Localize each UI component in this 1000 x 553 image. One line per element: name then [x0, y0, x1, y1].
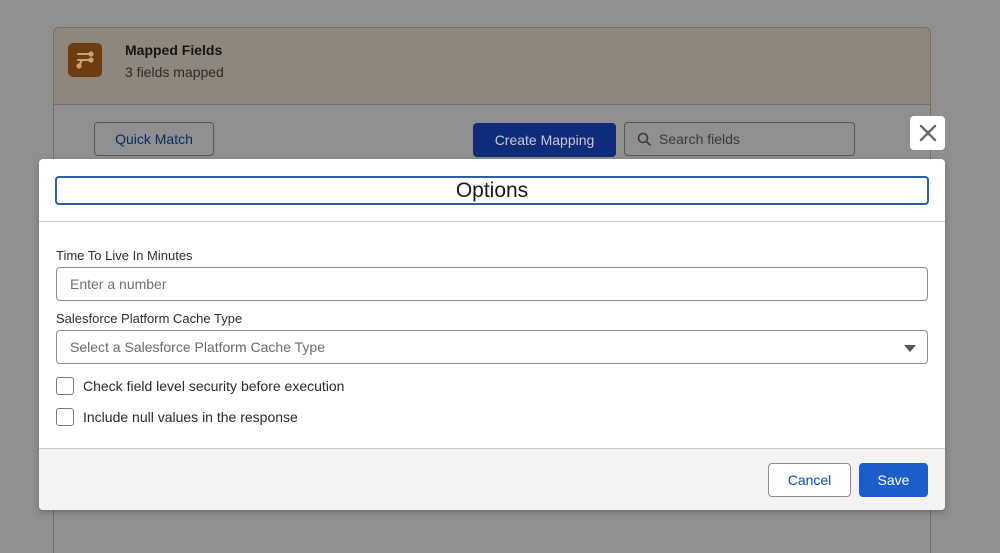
quick-match-button[interactable]: Quick Match	[94, 122, 214, 156]
null-values-checkbox-label: Include null values in the response	[83, 409, 298, 425]
cancel-button[interactable]: Cancel	[768, 463, 851, 497]
ttl-label: Time To Live In Minutes	[56, 248, 193, 263]
fls-checkbox[interactable]	[56, 377, 74, 395]
chevron-down-icon	[904, 345, 916, 352]
create-mapping-button[interactable]: Create Mapping	[473, 123, 616, 157]
cache-type-select[interactable]: Select a Salesforce Platform Cache Type	[56, 330, 928, 364]
null-values-check-row[interactable]: Include null values in the response	[56, 408, 298, 426]
card-subtitle: 3 fields mapped	[125, 64, 224, 80]
null-values-checkbox[interactable]	[56, 408, 74, 426]
modal-footer: Cancel Save	[39, 448, 945, 510]
modal-header	[39, 159, 945, 222]
search-icon	[637, 132, 651, 146]
cache-type-placeholder: Select a Salesforce Platform Cache Type	[70, 339, 325, 355]
fls-check-row[interactable]: Check field level security before execut…	[56, 377, 344, 395]
page: Mapped Fields 3 fields mapped Quick Matc…	[0, 0, 1000, 553]
fls-checkbox-label: Check field level security before execut…	[83, 378, 345, 394]
mapping-icon-svg	[76, 51, 94, 69]
ttl-input[interactable]	[56, 267, 928, 301]
close-modal-button[interactable]	[910, 116, 945, 150]
mapping-icon	[68, 43, 102, 77]
options-modal: Time To Live In Minutes Salesforce Platf…	[39, 159, 945, 510]
modal-title-input[interactable]	[55, 176, 929, 205]
cache-type-label: Salesforce Platform Cache Type	[56, 311, 243, 326]
save-button[interactable]: Save	[859, 463, 928, 497]
card-title: Mapped Fields	[125, 42, 223, 58]
card-header: Mapped Fields 3 fields mapped	[54, 28, 930, 105]
search-fields-placeholder: Search fields	[659, 131, 740, 147]
close-icon	[919, 124, 936, 142]
search-fields-input[interactable]: Search fields	[624, 122, 855, 156]
